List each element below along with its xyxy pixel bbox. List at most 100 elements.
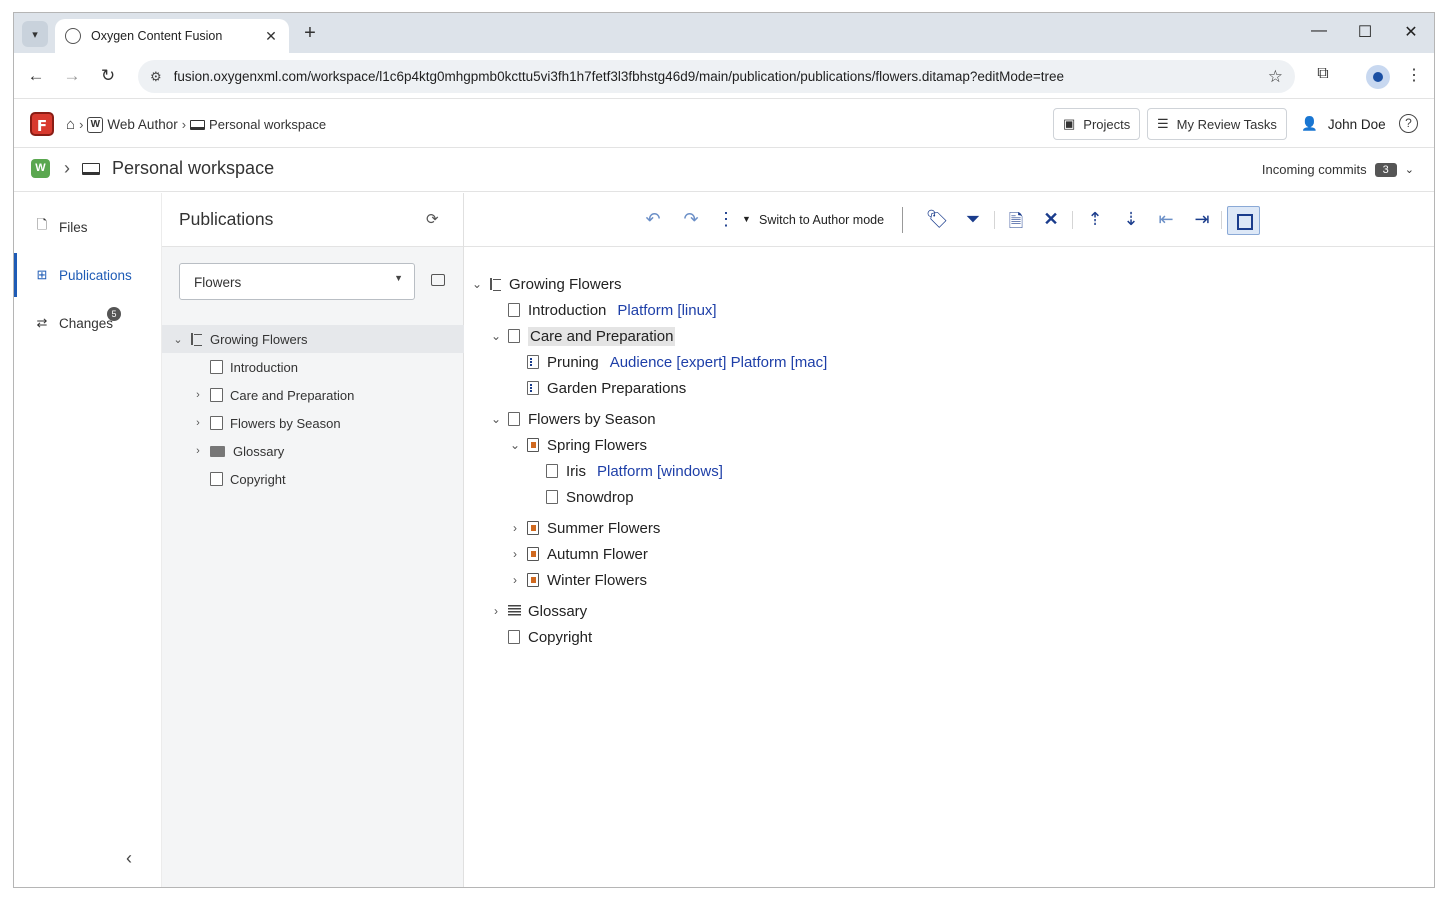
sidebar-item-label: Changes <box>59 315 114 331</box>
tree-row[interactable]: › Summer Flowers <box>508 516 660 540</box>
move-up-icon[interactable]: ⇡ <box>1083 209 1107 230</box>
insert-reference-icon[interactable]: 🗎 <box>1004 209 1028 239</box>
publications-icon: ⊞ <box>36 267 48 282</box>
chevron-right-icon[interactable]: › <box>489 604 503 618</box>
help-icon[interactable]: ? <box>1399 114 1418 133</box>
undo-icon[interactable]: ↶ <box>641 209 665 230</box>
redo-icon[interactable]: ↷ <box>679 209 703 230</box>
tree-row[interactable]: › Glossary <box>489 599 587 623</box>
tree-item-label: Glossary <box>233 443 285 459</box>
tree-item-growing-flowers[interactable]: ⌄ Growing Flowers <box>162 325 464 353</box>
chevron-right-icon[interactable]: › <box>508 547 522 561</box>
promote-icon[interactable]: ⇤ <box>1154 209 1178 230</box>
site-settings-icon[interactable]: ⚙ <box>150 69 162 85</box>
extensions-icon[interactable]: ⧉ <box>1311 65 1335 89</box>
close-window-button[interactable]: ✕ <box>1399 22 1423 42</box>
browser-menu-icon[interactable]: ⋮ <box>1402 65 1426 89</box>
chevron-right-icon[interactable]: › <box>508 521 522 535</box>
user-menu[interactable]: 👤 John Doe <box>1301 116 1386 132</box>
filter-icon[interactable]: ⏷ <box>961 209 985 230</box>
breadcrumb-web-author[interactable]: Web Author <box>107 117 177 132</box>
close-tab-icon[interactable]: ✕ <box>263 28 279 45</box>
refresh-icon[interactable]: ⟳ <box>426 210 439 228</box>
open-publication-icon[interactable] <box>431 274 445 286</box>
workspace-title: › Personal workspace <box>64 158 274 179</box>
sidebar-item-publications[interactable]: ⊞ Publications <box>14 253 162 297</box>
tree-row[interactable]: Introduction Platform [linux] <box>489 298 717 322</box>
chevron-down-icon[interactable]: ⌄ <box>508 438 522 452</box>
topic-icon <box>210 416 223 430</box>
chevron-right-icon[interactable]: › <box>192 445 204 457</box>
move-down-icon[interactable]: ⇣ <box>1119 209 1143 230</box>
tree-view-toggle-button[interactable] <box>1227 206 1260 235</box>
chevron-down-icon[interactable]: ⌄ <box>470 277 484 291</box>
tree-item-glossary[interactable]: › Glossary <box>162 437 464 465</box>
tree-item-copyright[interactable]: Copyright <box>162 465 464 493</box>
tree-row[interactable]: Garden Preparations <box>508 376 686 400</box>
chevron-right-icon[interactable]: › <box>192 389 204 401</box>
web-author-icon: W <box>87 116 104 133</box>
tree-row[interactable]: ⌄ Care and Preparation <box>489 324 676 348</box>
chevron-down-icon[interactable]: ⌄ <box>172 333 184 346</box>
browser-tab[interactable]: Oxygen Content Fusion ✕ <box>55 19 289 53</box>
switch-author-mode-button[interactable]: Switch to Author mode <box>759 213 884 227</box>
globe-icon <box>65 28 81 44</box>
chevron-right-icon[interactable]: › <box>508 573 522 587</box>
profile-avatar[interactable] <box>1366 65 1390 89</box>
breadcrumb: ⌂ › W Web Author › Personal workspace <box>66 116 326 133</box>
tree-row[interactable]: Copyright <box>489 625 592 649</box>
tree-row[interactable]: ⌄ Flowers by Season <box>489 407 656 431</box>
chevron-right-icon[interactable]: › <box>192 417 204 429</box>
dropdown-caret-icon[interactable]: ▼ <box>742 214 751 224</box>
tree-item-flowers-by-season[interactable]: › Flowers by Season <box>162 409 464 437</box>
tab-search-button[interactable]: ▾ <box>22 21 48 47</box>
tree-row-label: Glossary <box>528 602 588 620</box>
workspace-title-text: Personal workspace <box>112 158 275 178</box>
tree-row[interactable]: ⌄ Growing Flowers <box>470 272 622 296</box>
toolbar-separator <box>902 207 903 233</box>
back-button[interactable]: ← <box>24 64 48 88</box>
demote-icon[interactable]: ⇥ <box>1190 209 1214 230</box>
more-actions-icon[interactable]: ⋮ <box>714 209 738 230</box>
breadcrumb-workspace[interactable]: Personal workspace <box>209 117 326 132</box>
tree-row[interactable]: › Autumn Flower <box>508 542 648 566</box>
minimize-button[interactable]: — <box>1307 22 1331 40</box>
fusion-logo[interactable]: F <box>30 112 54 136</box>
review-tasks-label: My Review Tasks <box>1176 116 1277 132</box>
profiling-tags-icon[interactable]: 🏷 <box>925 209 949 230</box>
tree-item-introduction[interactable]: Introduction <box>162 353 464 381</box>
topicgroup-icon <box>527 547 539 561</box>
delete-icon[interactable]: ✕ <box>1039 209 1063 230</box>
sidebar-item-changes[interactable]: ⇄ Changes <box>14 301 162 345</box>
chevron-down-icon[interactable]: ⌄ <box>489 412 503 426</box>
home-icon[interactable]: ⌂ <box>66 116 75 133</box>
sidebar-item-files[interactable]: 🗋 Files <box>14 205 162 249</box>
app-header: F ⌂ › W Web Author › Personal workspace … <box>14 100 1434 148</box>
topicgroup-icon <box>527 521 539 535</box>
task-icon <box>527 381 539 395</box>
tree-row[interactable]: Iris Platform [windows] <box>527 459 723 483</box>
tree-row[interactable]: ⌄ Spring Flowers <box>508 433 647 457</box>
url-field[interactable]: ⚙ fusion.oxygenxml.com/workspace/l1c6p4k… <box>138 60 1295 93</box>
swap-icon: ⇄ <box>36 315 48 330</box>
reload-button[interactable]: ↻ <box>96 64 120 88</box>
collapse-sidebar-icon[interactable]: ‹ <box>126 848 132 869</box>
tree-item-label: Growing Flowers <box>210 331 308 347</box>
review-tasks-button[interactable]: ☰ My Review Tasks <box>1147 108 1287 140</box>
projects-button[interactable]: ▣ Projects <box>1053 108 1141 140</box>
tab-strip: ▾ Oxygen Content Fusion ✕ + — ☐ ✕ <box>14 13 1434 53</box>
tree-row[interactable]: Snowdrop <box>527 485 634 509</box>
tree-row[interactable]: Pruning Audience [expert] Platform [mac] <box>508 350 827 374</box>
tree-row-label: Introduction <box>528 301 607 319</box>
chevron-down-icon[interactable]: ⌄ <box>489 329 503 343</box>
tree-row[interactable]: › Winter Flowers <box>508 568 647 592</box>
new-tab-button[interactable]: + <box>298 22 322 46</box>
toolbar-separator <box>1072 211 1073 229</box>
publication-select[interactable]: Flowers ▼ <box>179 263 415 300</box>
tree-item-care-and-preparation[interactable]: › Care and Preparation <box>162 381 464 409</box>
incoming-commits[interactable]: Incoming commits 3 ⌄ <box>1262 162 1414 177</box>
forward-button[interactable]: → <box>60 64 84 88</box>
bookmark-star-icon[interactable]: ☆ <box>1268 67 1283 87</box>
tree-row-label: Copyright <box>528 628 593 646</box>
maximize-button[interactable]: ☐ <box>1353 22 1377 42</box>
